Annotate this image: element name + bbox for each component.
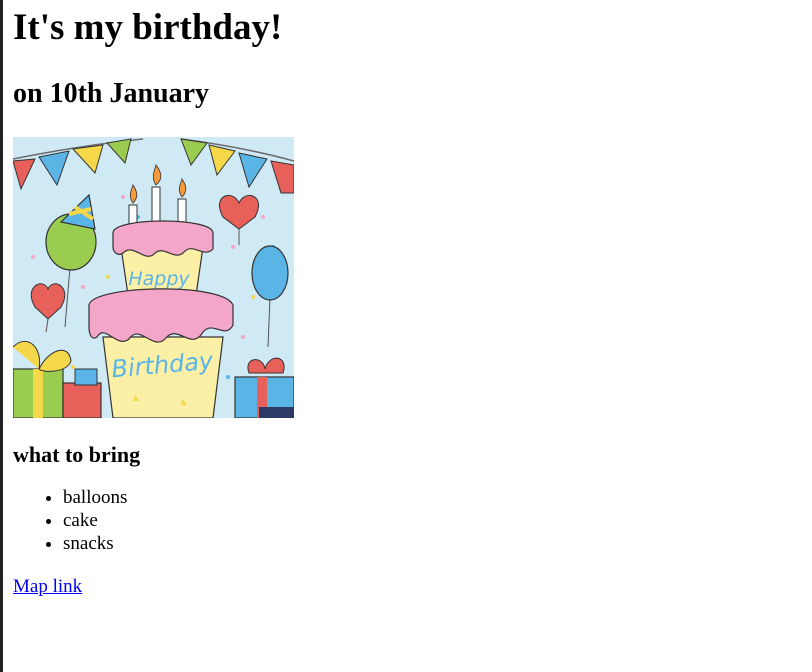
page-title: It's my birthday! — [13, 7, 283, 48]
date-subtitle: on 10th January — [13, 78, 210, 109]
bring-list: balloons cake snacks — [13, 486, 803, 555]
list-item: balloons — [63, 486, 803, 509]
window-left-border — [0, 0, 3, 672]
what-to-bring-heading: what to bring — [13, 442, 141, 467]
list-item: cake — [63, 509, 803, 532]
map-link[interactable]: Map link — [13, 575, 82, 598]
list-item: snacks — [63, 532, 803, 555]
cake-top-label: Happy — [128, 268, 190, 290]
page-content: It's my birthday! on 10th January Happy … — [13, 0, 803, 598]
birthday-cake-image: Happy Birthday — [13, 137, 294, 418]
